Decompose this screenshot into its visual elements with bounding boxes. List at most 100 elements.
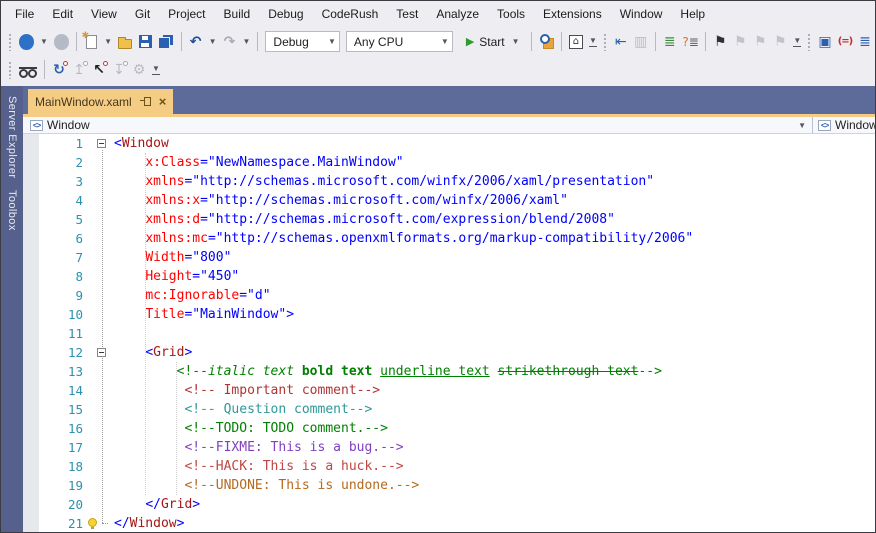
menu-item-view[interactable]: View — [82, 3, 126, 25]
menu-item-project[interactable]: Project — [159, 3, 214, 25]
menu-item-extensions[interactable]: Extensions — [534, 3, 611, 25]
glyph-margin[interactable] — [23, 324, 39, 343]
jump-down-icon[interactable]: ↧ — [109, 59, 129, 81]
start-dropdown[interactable]: ▼ — [509, 31, 523, 53]
glyph-margin[interactable] — [23, 210, 39, 229]
toggle-bookmark-icon[interactable]: ⚑ — [710, 31, 730, 53]
glyph-margin[interactable] — [23, 438, 39, 457]
collapse-region-icon[interactable] — [97, 139, 106, 148]
clear-bookmarks-icon[interactable]: ⚑ — [770, 31, 790, 53]
chevron-down-icon[interactable]: ▼ — [792, 121, 812, 130]
menu-item-debug[interactable]: Debug — [259, 3, 312, 25]
glyph-margin[interactable] — [23, 305, 39, 324]
code-line-15[interactable]: 15 <!-- Question comment--> — [23, 400, 875, 419]
code-line-9[interactable]: 9 mc:Ignorable="d" — [23, 286, 875, 305]
code-line-21[interactable]: 21</Window> — [23, 514, 875, 532]
chevron-down-icon[interactable]: ▼ — [438, 31, 452, 53]
menu-item-test[interactable]: Test — [387, 3, 427, 25]
copy-parallel-icon[interactable]: ▥ — [631, 31, 651, 53]
code-line-7[interactable]: 7 Width="800" — [23, 248, 875, 267]
code-line-20[interactable]: 20 </Grid> — [23, 495, 875, 514]
close-icon[interactable]: × — [159, 95, 167, 108]
component-box-icon[interactable]: ▣ — [815, 31, 835, 53]
code-line-19[interactable]: 19 <!--UNDONE: This is undone.--> — [23, 476, 875, 495]
member-dropdown[interactable]: <> Window — [813, 117, 875, 133]
menu-item-analyze[interactable]: Analyze — [427, 3, 488, 25]
code-line-11[interactable]: 11 — [23, 324, 875, 343]
menu-item-build[interactable]: Build — [215, 3, 260, 25]
new-file-icon[interactable] — [81, 31, 101, 53]
previous-bookmark-icon[interactable]: ⚑ — [730, 31, 750, 53]
coderush-options-dropdown[interactable]: ▼ — [149, 59, 163, 81]
display-elements-icon[interactable]: ≣ — [855, 31, 875, 53]
code-line-5[interactable]: 5 xmlns:d="http://schemas.microsoft.com/… — [23, 210, 875, 229]
glyph-margin[interactable] — [23, 476, 39, 495]
code-line-8[interactable]: 8 Height="450" — [23, 267, 875, 286]
glyph-margin[interactable] — [23, 457, 39, 476]
code-line-16[interactable]: 16 <!--TODO: TODO comment.--> — [23, 419, 875, 438]
save-icon[interactable] — [135, 31, 155, 53]
glyph-margin[interactable] — [23, 495, 39, 514]
glyph-margin[interactable] — [23, 362, 39, 381]
toolbar-grip[interactable] — [8, 33, 13, 51]
menu-item-help[interactable]: Help — [671, 3, 714, 25]
glyph-margin[interactable] — [23, 286, 39, 305]
glyph-margin[interactable] — [23, 134, 39, 153]
redo-icon[interactable]: ↷ — [220, 31, 240, 53]
jump-up-icon[interactable]: ↥ — [69, 59, 89, 81]
menu-item-tools[interactable]: Tools — [488, 3, 534, 25]
code-editor[interactable]: 1<Window2 x:Class="NewNamespace.MainWind… — [23, 134, 875, 532]
side-tab-server-explorer[interactable]: Server Explorer — [6, 96, 18, 178]
glyph-margin[interactable] — [23, 153, 39, 172]
code-line-1[interactable]: 1<Window — [23, 134, 875, 153]
bookmarks-dropdown[interactable]: ▼ — [790, 31, 804, 53]
glyph-margin[interactable] — [23, 381, 39, 400]
navigate-to-icon[interactable]: ⇤ — [611, 31, 631, 53]
menu-item-window[interactable]: Window — [611, 3, 672, 25]
glyph-margin[interactable] — [23, 343, 39, 362]
menu-item-git[interactable]: Git — [126, 3, 159, 25]
open-file-icon[interactable] — [115, 31, 135, 53]
side-tab-toolbox[interactable]: Toolbox — [6, 190, 18, 231]
home-icon[interactable] — [566, 31, 586, 53]
chevron-down-icon[interactable]: ▼ — [325, 31, 339, 53]
glyph-margin[interactable] — [23, 191, 39, 210]
document-tab[interactable]: MainWindow.xaml × — [28, 89, 173, 114]
find-in-files-icon[interactable] — [536, 31, 557, 53]
pin-icon[interactable] — [140, 97, 152, 106]
navigate-back-icon[interactable] — [16, 31, 37, 53]
coderush-glasses-icon[interactable] — [16, 59, 40, 81]
settings-gear-icon[interactable]: ⚙ — [129, 59, 149, 81]
element-dropdown[interactable]: <> Window ▼ — [23, 117, 812, 133]
code-line-4[interactable]: 4 xmlns:x="http://schemas.microsoft.com/… — [23, 191, 875, 210]
solution-configuration-combo[interactable]: Debug▼ — [265, 31, 339, 52]
code-line-10[interactable]: 10 Title="MainWindow"> — [23, 305, 875, 324]
menu-item-coderush[interactable]: CodeRush — [313, 3, 388, 25]
code-line-13[interactable]: 13 <!--italic text bold text underline t… — [23, 362, 875, 381]
navigate-back-dropdown[interactable]: ▼ — [37, 31, 51, 53]
expression-braces-icon[interactable]: (=) — [835, 31, 855, 53]
undo-dropdown[interactable]: ▼ — [206, 31, 220, 53]
menu-item-file[interactable]: File — [6, 3, 43, 25]
solution-platform-combo[interactable]: Any CPU▼ — [346, 31, 453, 52]
code-line-2[interactable]: 2 x:Class="NewNamespace.MainWindow" — [23, 153, 875, 172]
glyph-margin[interactable] — [23, 400, 39, 419]
home-dropdown[interactable]: ▼ — [586, 31, 600, 53]
undo-icon[interactable]: ↶ — [186, 31, 206, 53]
new-file-dropdown[interactable]: ▼ — [101, 31, 115, 53]
navigate-forward-icon[interactable] — [51, 31, 72, 53]
format-document-icon[interactable]: ≣ — [660, 31, 680, 53]
glyph-margin[interactable] — [23, 172, 39, 191]
redo-dropdown[interactable]: ▼ — [240, 31, 254, 53]
toolbar-grip-3[interactable] — [807, 33, 812, 51]
code-line-12[interactable]: 12 <Grid> — [23, 343, 875, 362]
save-all-icon[interactable] — [155, 31, 176, 53]
refresh-marker-icon[interactable]: ↻ — [49, 59, 69, 81]
cursor-marker-icon[interactable]: ↖ — [89, 59, 109, 81]
code-line-14[interactable]: 14 <!-- Important comment--> — [23, 381, 875, 400]
glyph-margin[interactable] — [23, 514, 39, 532]
glyph-margin[interactable] — [23, 419, 39, 438]
code-line-6[interactable]: 6 xmlns:mc="http://schemas.openxmlformat… — [23, 229, 875, 248]
code-line-3[interactable]: 3 xmlns="http://schemas.microsoft.com/wi… — [23, 172, 875, 191]
code-line-18[interactable]: 18 <!--HACK: This is a huck.--> — [23, 457, 875, 476]
